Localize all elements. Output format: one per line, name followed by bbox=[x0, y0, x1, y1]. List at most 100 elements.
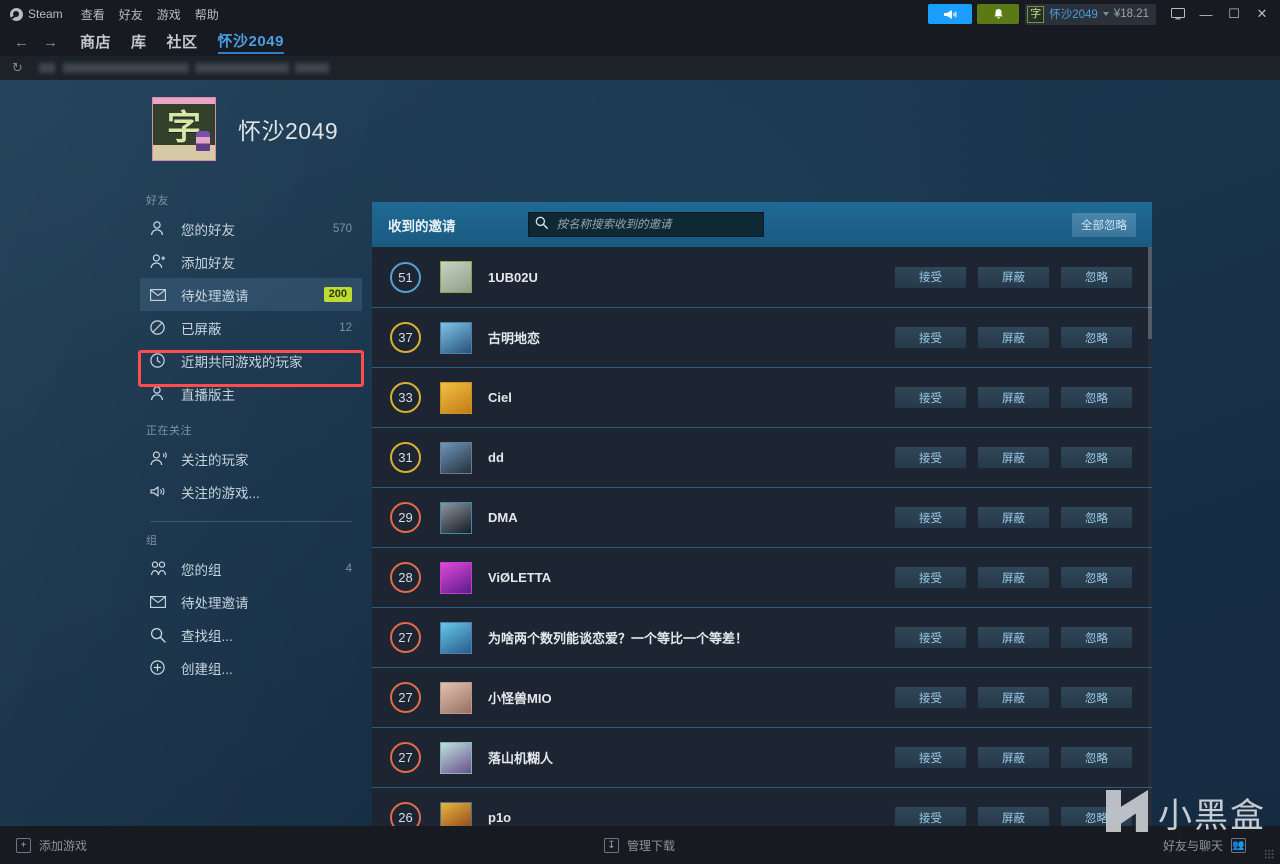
close-button[interactable]: ✕ bbox=[1248, 0, 1276, 28]
sidebar-item-create-group[interactable]: 创建组... bbox=[140, 651, 362, 684]
account-menu[interactable]: 字 怀沙2049 ¥18.21 bbox=[1025, 3, 1156, 25]
table-row[interactable]: 26 p1o 接受 屏蔽 忽略 bbox=[372, 787, 1152, 826]
table-row[interactable]: 33 Ciel 接受 屏蔽 忽略 bbox=[372, 367, 1152, 427]
avatar[interactable] bbox=[440, 381, 472, 414]
avatar[interactable] bbox=[440, 321, 472, 354]
accept-button[interactable]: 接受 bbox=[895, 387, 966, 408]
block-button[interactable]: 屏蔽 bbox=[978, 807, 1049, 826]
friend-name[interactable]: Ciel bbox=[488, 390, 512, 405]
menu-friends[interactable]: 好友 bbox=[119, 6, 143, 23]
sidebar-item-group-pending-invites[interactable]: 待处理邀请 bbox=[140, 585, 362, 618]
accept-button[interactable]: 接受 bbox=[895, 327, 966, 348]
friend-name[interactable]: DMA bbox=[488, 510, 518, 525]
display-mode-button[interactable] bbox=[1164, 0, 1192, 28]
table-row[interactable]: 27 落山机糊人 接受 屏蔽 忽略 bbox=[372, 727, 1152, 787]
avatar[interactable] bbox=[440, 621, 472, 654]
tab-community[interactable]: 社区 bbox=[167, 31, 198, 54]
tab-library[interactable]: 库 bbox=[131, 31, 147, 54]
refresh-icon[interactable]: ↻ bbox=[12, 60, 23, 76]
avatar[interactable] bbox=[440, 501, 472, 534]
table-row[interactable]: 37 古明地恋 接受 屏蔽 忽略 bbox=[372, 307, 1152, 367]
accept-button[interactable]: 接受 bbox=[895, 507, 966, 528]
block-button[interactable]: 屏蔽 bbox=[978, 447, 1049, 468]
accept-button[interactable]: 接受 bbox=[895, 807, 966, 826]
notifications-button[interactable] bbox=[977, 4, 1020, 24]
ignore-button[interactable]: 忽略 bbox=[1061, 387, 1132, 408]
ignore-button[interactable]: 忽略 bbox=[1061, 627, 1132, 648]
avatar[interactable] bbox=[440, 741, 472, 774]
broadcast-button[interactable] bbox=[928, 4, 973, 24]
table-row[interactable]: 51 1UB02U 接受 屏蔽 忽略 bbox=[372, 247, 1152, 307]
scrollbar-thumb[interactable] bbox=[1148, 247, 1152, 339]
ignore-button[interactable]: 忽略 bbox=[1061, 747, 1132, 768]
friends-chat-button[interactable]: 好友与聊天 👥 bbox=[1163, 837, 1246, 854]
add-game-button[interactable]: + 添加游戏 bbox=[16, 837, 87, 854]
table-row[interactable]: 27 为啥两个数列能谈恋爱？一个等比一个等差！ 接受 屏蔽 忽略 bbox=[372, 607, 1152, 667]
ignore-button[interactable]: 忽略 bbox=[1061, 687, 1132, 708]
accept-button[interactable]: 接受 bbox=[895, 687, 966, 708]
block-button[interactable]: 屏蔽 bbox=[978, 627, 1049, 648]
friend-name[interactable]: dd bbox=[488, 450, 504, 465]
avatar[interactable] bbox=[440, 681, 472, 714]
search-box[interactable] bbox=[527, 212, 764, 237]
menu-games[interactable]: 游戏 bbox=[157, 6, 181, 23]
table-row[interactable]: 29 DMA 接受 屏蔽 忽略 bbox=[372, 487, 1152, 547]
ignore-button[interactable]: 忽略 bbox=[1061, 266, 1132, 288]
friend-name[interactable]: 古明地恋 bbox=[488, 328, 540, 347]
sidebar-item-find-groups[interactable]: 查找组... bbox=[140, 618, 362, 651]
minimize-button[interactable]: — bbox=[1192, 0, 1220, 28]
sidebar-item-your-groups[interactable]: 您的组 4 bbox=[140, 552, 362, 585]
maximize-button[interactable]: ☐ bbox=[1220, 0, 1248, 28]
accept-button[interactable]: 接受 bbox=[895, 567, 966, 588]
tab-profile[interactable]: 怀沙2049 bbox=[217, 30, 284, 54]
block-button[interactable]: 屏蔽 bbox=[978, 747, 1049, 768]
ignore-button[interactable]: 忽略 bbox=[1061, 807, 1132, 826]
sidebar-item-pending-invites[interactable]: 待处理邀请 200 bbox=[140, 278, 362, 311]
manage-downloads-button[interactable]: ↧ 管理下载 bbox=[604, 837, 675, 854]
ignore-button[interactable]: 忽略 bbox=[1061, 507, 1132, 528]
friend-name[interactable]: ViØLETTA bbox=[488, 570, 551, 585]
scrollbar[interactable] bbox=[1148, 247, 1152, 826]
ignore-button[interactable]: 忽略 bbox=[1061, 447, 1132, 468]
sidebar-item-your-friends[interactable]: 您的好友 570 bbox=[140, 212, 362, 245]
menu-help[interactable]: 帮助 bbox=[195, 6, 219, 23]
avatar[interactable] bbox=[440, 801, 472, 826]
accept-button[interactable]: 接受 bbox=[895, 266, 966, 288]
back-button[interactable]: ← bbox=[14, 35, 29, 50]
forward-button[interactable]: → bbox=[43, 35, 58, 50]
block-button[interactable]: 屏蔽 bbox=[978, 266, 1049, 288]
friend-name[interactable]: p1o bbox=[488, 810, 511, 825]
block-button[interactable]: 屏蔽 bbox=[978, 507, 1049, 528]
ignore-button[interactable]: 忽略 bbox=[1061, 567, 1132, 588]
tab-store[interactable]: 商店 bbox=[80, 31, 111, 54]
avatar[interactable] bbox=[440, 561, 472, 594]
friend-name[interactable]: 小怪兽MIO bbox=[488, 688, 552, 707]
resize-grip[interactable] bbox=[1264, 849, 1274, 859]
table-row[interactable]: 31 dd 接受 屏蔽 忽略 bbox=[372, 427, 1152, 487]
menu-view[interactable]: 查看 bbox=[81, 6, 105, 23]
avatar[interactable] bbox=[440, 441, 472, 474]
steam-menu-root[interactable]: Steam bbox=[10, 7, 63, 21]
search-input[interactable] bbox=[527, 212, 764, 237]
accept-button[interactable]: 接受 bbox=[895, 627, 966, 648]
block-button[interactable]: 屏蔽 bbox=[978, 687, 1049, 708]
friend-name[interactable]: 为啥两个数列能谈恋爱？一个等比一个等差！ bbox=[488, 628, 748, 647]
friend-name[interactable]: 1UB02U bbox=[488, 270, 538, 285]
block-button[interactable]: 屏蔽 bbox=[978, 327, 1049, 348]
sidebar-item-broadcast-moderators[interactable]: 直播版主 bbox=[140, 377, 362, 410]
avatar[interactable]: 字 bbox=[152, 97, 216, 161]
ignore-button[interactable]: 忽略 bbox=[1061, 327, 1132, 348]
sidebar-item-followed-players[interactable]: 关注的玩家 bbox=[140, 442, 362, 475]
accept-button[interactable]: 接受 bbox=[895, 447, 966, 468]
table-row[interactable]: 27 小怪兽MIO 接受 屏蔽 忽略 bbox=[372, 667, 1152, 727]
avatar[interactable] bbox=[440, 261, 472, 293]
accept-button[interactable]: 接受 bbox=[895, 747, 966, 768]
friend-name[interactable]: 落山机糊人 bbox=[488, 748, 553, 767]
block-button[interactable]: 屏蔽 bbox=[978, 387, 1049, 408]
sidebar-item-blocked[interactable]: 已屏蔽 12 bbox=[140, 311, 362, 344]
block-button[interactable]: 屏蔽 bbox=[978, 567, 1049, 588]
sidebar-item-add-friend[interactable]: 添加好友 bbox=[140, 245, 362, 278]
table-row[interactable]: 28 ViØLETTA 接受 屏蔽 忽略 bbox=[372, 547, 1152, 607]
ignore-all-button[interactable]: 全部忽略 bbox=[1072, 212, 1136, 237]
sidebar-item-recent-players[interactable]: 近期共同游戏的玩家 bbox=[140, 344, 362, 377]
